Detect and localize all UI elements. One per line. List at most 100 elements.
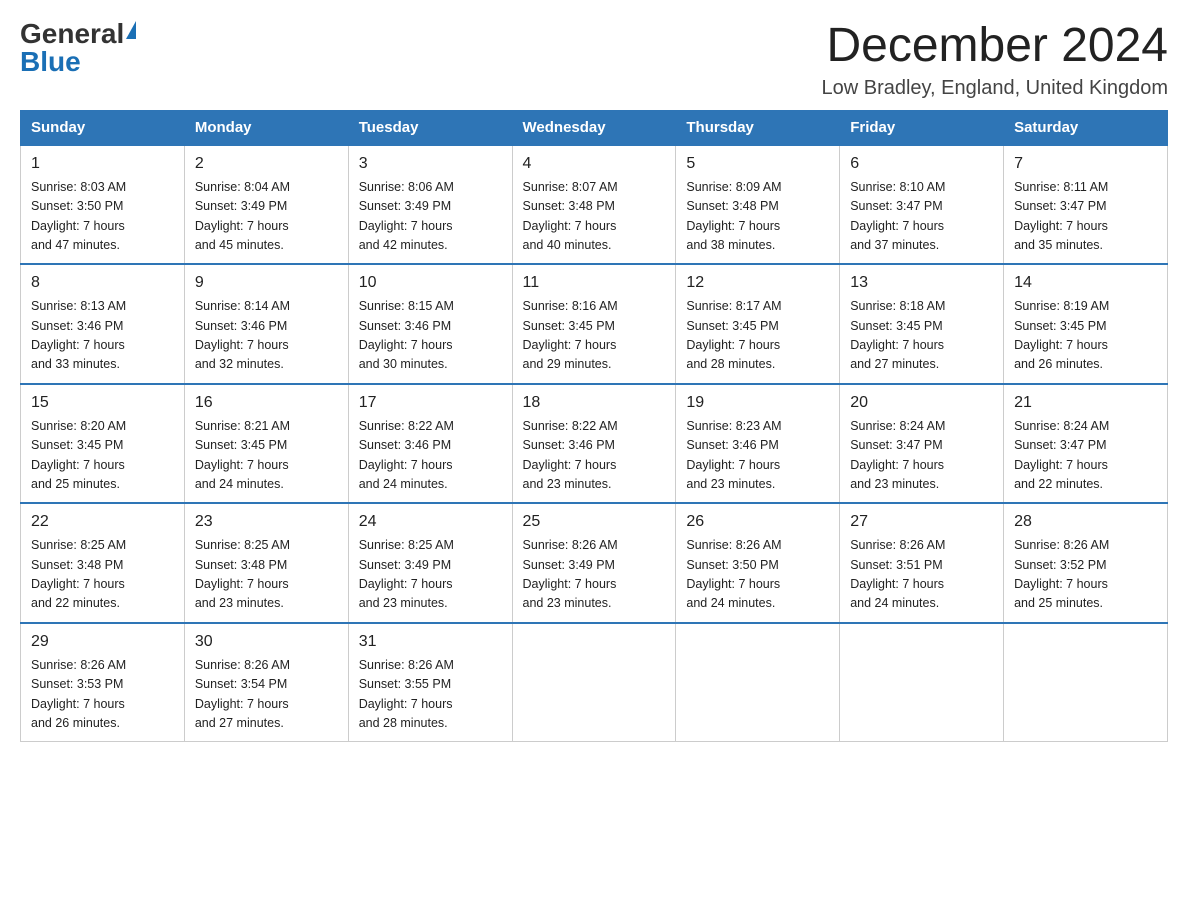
day-number: 10 xyxy=(359,271,502,295)
logo-blue: Blue xyxy=(20,46,81,77)
day-number: 26 xyxy=(686,510,829,534)
table-row: 9 Sunrise: 8:14 AMSunset: 3:46 PMDayligh… xyxy=(184,264,348,384)
col-friday: Friday xyxy=(840,110,1004,145)
logo-triangle-icon xyxy=(126,21,136,39)
day-info: Sunrise: 8:21 AMSunset: 3:45 PMDaylight:… xyxy=(195,419,290,491)
day-number: 28 xyxy=(1014,510,1157,534)
day-info: Sunrise: 8:25 AMSunset: 3:48 PMDaylight:… xyxy=(31,538,126,610)
day-info: Sunrise: 8:03 AMSunset: 3:50 PMDaylight:… xyxy=(31,180,126,252)
table-row: 22 Sunrise: 8:25 AMSunset: 3:48 PMDaylig… xyxy=(21,503,185,623)
day-number: 25 xyxy=(523,510,666,534)
table-row: 31 Sunrise: 8:26 AMSunset: 3:55 PMDaylig… xyxy=(348,623,512,742)
day-info: Sunrise: 8:26 AMSunset: 3:54 PMDaylight:… xyxy=(195,658,290,730)
day-number: 21 xyxy=(1014,391,1157,415)
table-row xyxy=(512,623,676,742)
logo: General Blue xyxy=(20,20,136,76)
calendar-week-row: 8 Sunrise: 8:13 AMSunset: 3:46 PMDayligh… xyxy=(21,264,1168,384)
month-title: December 2024 xyxy=(821,20,1168,73)
col-wednesday: Wednesday xyxy=(512,110,676,145)
day-info: Sunrise: 8:16 AMSunset: 3:45 PMDaylight:… xyxy=(523,299,618,371)
day-number: 1 xyxy=(31,152,174,176)
calendar-week-row: 22 Sunrise: 8:25 AMSunset: 3:48 PMDaylig… xyxy=(21,503,1168,623)
day-number: 31 xyxy=(359,630,502,654)
day-number: 2 xyxy=(195,152,338,176)
day-number: 24 xyxy=(359,510,502,534)
col-monday: Monday xyxy=(184,110,348,145)
table-row: 21 Sunrise: 8:24 AMSunset: 3:47 PMDaylig… xyxy=(1004,384,1168,504)
day-info: Sunrise: 8:23 AMSunset: 3:46 PMDaylight:… xyxy=(686,419,781,491)
table-row: 28 Sunrise: 8:26 AMSunset: 3:52 PMDaylig… xyxy=(1004,503,1168,623)
calendar-week-row: 29 Sunrise: 8:26 AMSunset: 3:53 PMDaylig… xyxy=(21,623,1168,742)
day-number: 14 xyxy=(1014,271,1157,295)
table-row: 12 Sunrise: 8:17 AMSunset: 3:45 PMDaylig… xyxy=(676,264,840,384)
day-number: 3 xyxy=(359,152,502,176)
location-subtitle: Low Bradley, England, United Kingdom xyxy=(821,77,1168,100)
col-sunday: Sunday xyxy=(21,110,185,145)
day-info: Sunrise: 8:26 AMSunset: 3:51 PMDaylight:… xyxy=(850,538,945,610)
table-row: 29 Sunrise: 8:26 AMSunset: 3:53 PMDaylig… xyxy=(21,623,185,742)
table-row: 8 Sunrise: 8:13 AMSunset: 3:46 PMDayligh… xyxy=(21,264,185,384)
table-row: 6 Sunrise: 8:10 AMSunset: 3:47 PMDayligh… xyxy=(840,145,1004,265)
table-row: 18 Sunrise: 8:22 AMSunset: 3:46 PMDaylig… xyxy=(512,384,676,504)
day-number: 30 xyxy=(195,630,338,654)
table-row: 20 Sunrise: 8:24 AMSunset: 3:47 PMDaylig… xyxy=(840,384,1004,504)
table-row: 19 Sunrise: 8:23 AMSunset: 3:46 PMDaylig… xyxy=(676,384,840,504)
day-info: Sunrise: 8:09 AMSunset: 3:48 PMDaylight:… xyxy=(686,180,781,252)
table-row: 15 Sunrise: 8:20 AMSunset: 3:45 PMDaylig… xyxy=(21,384,185,504)
logo-general: General xyxy=(20,20,124,48)
day-info: Sunrise: 8:25 AMSunset: 3:49 PMDaylight:… xyxy=(359,538,454,610)
day-info: Sunrise: 8:19 AMSunset: 3:45 PMDaylight:… xyxy=(1014,299,1109,371)
day-number: 8 xyxy=(31,271,174,295)
table-row: 11 Sunrise: 8:16 AMSunset: 3:45 PMDaylig… xyxy=(512,264,676,384)
calendar-week-row: 15 Sunrise: 8:20 AMSunset: 3:45 PMDaylig… xyxy=(21,384,1168,504)
calendar-header-row: Sunday Monday Tuesday Wednesday Thursday… xyxy=(21,110,1168,145)
table-row: 24 Sunrise: 8:25 AMSunset: 3:49 PMDaylig… xyxy=(348,503,512,623)
day-info: Sunrise: 8:11 AMSunset: 3:47 PMDaylight:… xyxy=(1014,180,1108,252)
day-number: 20 xyxy=(850,391,993,415)
day-number: 6 xyxy=(850,152,993,176)
page-header: General Blue December 2024 Low Bradley, … xyxy=(20,20,1168,100)
day-number: 7 xyxy=(1014,152,1157,176)
calendar-table: Sunday Monday Tuesday Wednesday Thursday… xyxy=(20,110,1168,743)
day-number: 15 xyxy=(31,391,174,415)
table-row: 13 Sunrise: 8:18 AMSunset: 3:45 PMDaylig… xyxy=(840,264,1004,384)
day-info: Sunrise: 8:10 AMSunset: 3:47 PMDaylight:… xyxy=(850,180,945,252)
table-row: 25 Sunrise: 8:26 AMSunset: 3:49 PMDaylig… xyxy=(512,503,676,623)
table-row: 23 Sunrise: 8:25 AMSunset: 3:48 PMDaylig… xyxy=(184,503,348,623)
day-info: Sunrise: 8:17 AMSunset: 3:45 PMDaylight:… xyxy=(686,299,781,371)
day-info: Sunrise: 8:26 AMSunset: 3:55 PMDaylight:… xyxy=(359,658,454,730)
table-row xyxy=(676,623,840,742)
day-info: Sunrise: 8:24 AMSunset: 3:47 PMDaylight:… xyxy=(850,419,945,491)
day-number: 27 xyxy=(850,510,993,534)
day-info: Sunrise: 8:04 AMSunset: 3:49 PMDaylight:… xyxy=(195,180,290,252)
day-number: 17 xyxy=(359,391,502,415)
day-number: 4 xyxy=(523,152,666,176)
day-info: Sunrise: 8:24 AMSunset: 3:47 PMDaylight:… xyxy=(1014,419,1109,491)
col-tuesday: Tuesday xyxy=(348,110,512,145)
day-info: Sunrise: 8:18 AMSunset: 3:45 PMDaylight:… xyxy=(850,299,945,371)
table-row: 27 Sunrise: 8:26 AMSunset: 3:51 PMDaylig… xyxy=(840,503,1004,623)
table-row: 17 Sunrise: 8:22 AMSunset: 3:46 PMDaylig… xyxy=(348,384,512,504)
day-info: Sunrise: 8:26 AMSunset: 3:49 PMDaylight:… xyxy=(523,538,618,610)
day-number: 18 xyxy=(523,391,666,415)
table-row: 7 Sunrise: 8:11 AMSunset: 3:47 PMDayligh… xyxy=(1004,145,1168,265)
day-info: Sunrise: 8:07 AMSunset: 3:48 PMDaylight:… xyxy=(523,180,618,252)
table-row: 10 Sunrise: 8:15 AMSunset: 3:46 PMDaylig… xyxy=(348,264,512,384)
title-section: December 2024 Low Bradley, England, Unit… xyxy=(821,20,1168,100)
table-row: 1 Sunrise: 8:03 AMSunset: 3:50 PMDayligh… xyxy=(21,145,185,265)
table-row: 5 Sunrise: 8:09 AMSunset: 3:48 PMDayligh… xyxy=(676,145,840,265)
day-number: 23 xyxy=(195,510,338,534)
table-row: 4 Sunrise: 8:07 AMSunset: 3:48 PMDayligh… xyxy=(512,145,676,265)
day-info: Sunrise: 8:13 AMSunset: 3:46 PMDaylight:… xyxy=(31,299,126,371)
table-row: 3 Sunrise: 8:06 AMSunset: 3:49 PMDayligh… xyxy=(348,145,512,265)
day-number: 16 xyxy=(195,391,338,415)
col-saturday: Saturday xyxy=(1004,110,1168,145)
table-row xyxy=(840,623,1004,742)
table-row: 2 Sunrise: 8:04 AMSunset: 3:49 PMDayligh… xyxy=(184,145,348,265)
day-number: 12 xyxy=(686,271,829,295)
col-thursday: Thursday xyxy=(676,110,840,145)
table-row: 26 Sunrise: 8:26 AMSunset: 3:50 PMDaylig… xyxy=(676,503,840,623)
day-number: 19 xyxy=(686,391,829,415)
day-number: 13 xyxy=(850,271,993,295)
day-number: 9 xyxy=(195,271,338,295)
